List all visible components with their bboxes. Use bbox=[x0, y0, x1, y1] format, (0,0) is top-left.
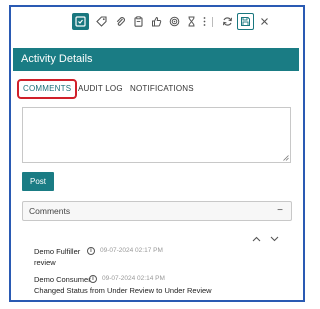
comment-input[interactable] bbox=[22, 107, 291, 163]
post-button[interactable]: Post bbox=[22, 172, 54, 191]
tab-notifications[interactable]: NOTIFICATIONS bbox=[130, 79, 194, 99]
thumbs-up-icon[interactable] bbox=[148, 13, 165, 30]
tag-icon[interactable] bbox=[93, 13, 110, 30]
comment-timestamp: 09-07-2024 02:14 PM bbox=[102, 275, 165, 282]
clipboard-icon[interactable] bbox=[130, 13, 147, 30]
comments-section-header[interactable]: Comments − bbox=[22, 201, 292, 221]
target-icon[interactable] bbox=[166, 13, 183, 30]
tab-comments[interactable]: COMMENTS bbox=[17, 79, 78, 99]
comment-text: Changed Status from Under Review to Unde… bbox=[34, 286, 212, 295]
toolbar bbox=[11, 13, 303, 33]
comment-author: Demo Consumer bbox=[34, 275, 91, 284]
more-icon[interactable] bbox=[196, 13, 213, 30]
toolbar-divider bbox=[212, 17, 213, 27]
tab-audit-log[interactable]: AUDIT LOG bbox=[78, 79, 123, 99]
activity-panel: Activity Details COMMENTS AUDIT LOG NOTI… bbox=[9, 5, 305, 302]
refresh-icon[interactable] bbox=[219, 13, 236, 30]
collapse-toggle[interactable]: − bbox=[277, 202, 283, 220]
save-icon[interactable] bbox=[237, 13, 254, 30]
comment-text: review bbox=[34, 258, 56, 267]
close-icon[interactable] bbox=[256, 13, 273, 30]
attachment-icon[interactable] bbox=[112, 13, 129, 30]
tab-bar: COMMENTS AUDIT LOG NOTIFICATIONS bbox=[11, 79, 303, 99]
comment-author: Demo Fulfiller bbox=[34, 247, 81, 256]
info-icon[interactable]: i bbox=[89, 275, 97, 283]
comments-section-title: Comments bbox=[29, 206, 71, 216]
panel-title: Activity Details bbox=[13, 48, 299, 71]
info-icon[interactable]: i bbox=[87, 247, 95, 255]
activity-icon[interactable] bbox=[72, 13, 89, 30]
comment-timestamp: 09-07-2024 02:17 PM bbox=[100, 247, 163, 254]
sort-descending-icon[interactable] bbox=[270, 236, 279, 242]
resize-handle-icon[interactable] bbox=[283, 155, 289, 161]
sort-ascending-icon[interactable] bbox=[252, 236, 261, 242]
